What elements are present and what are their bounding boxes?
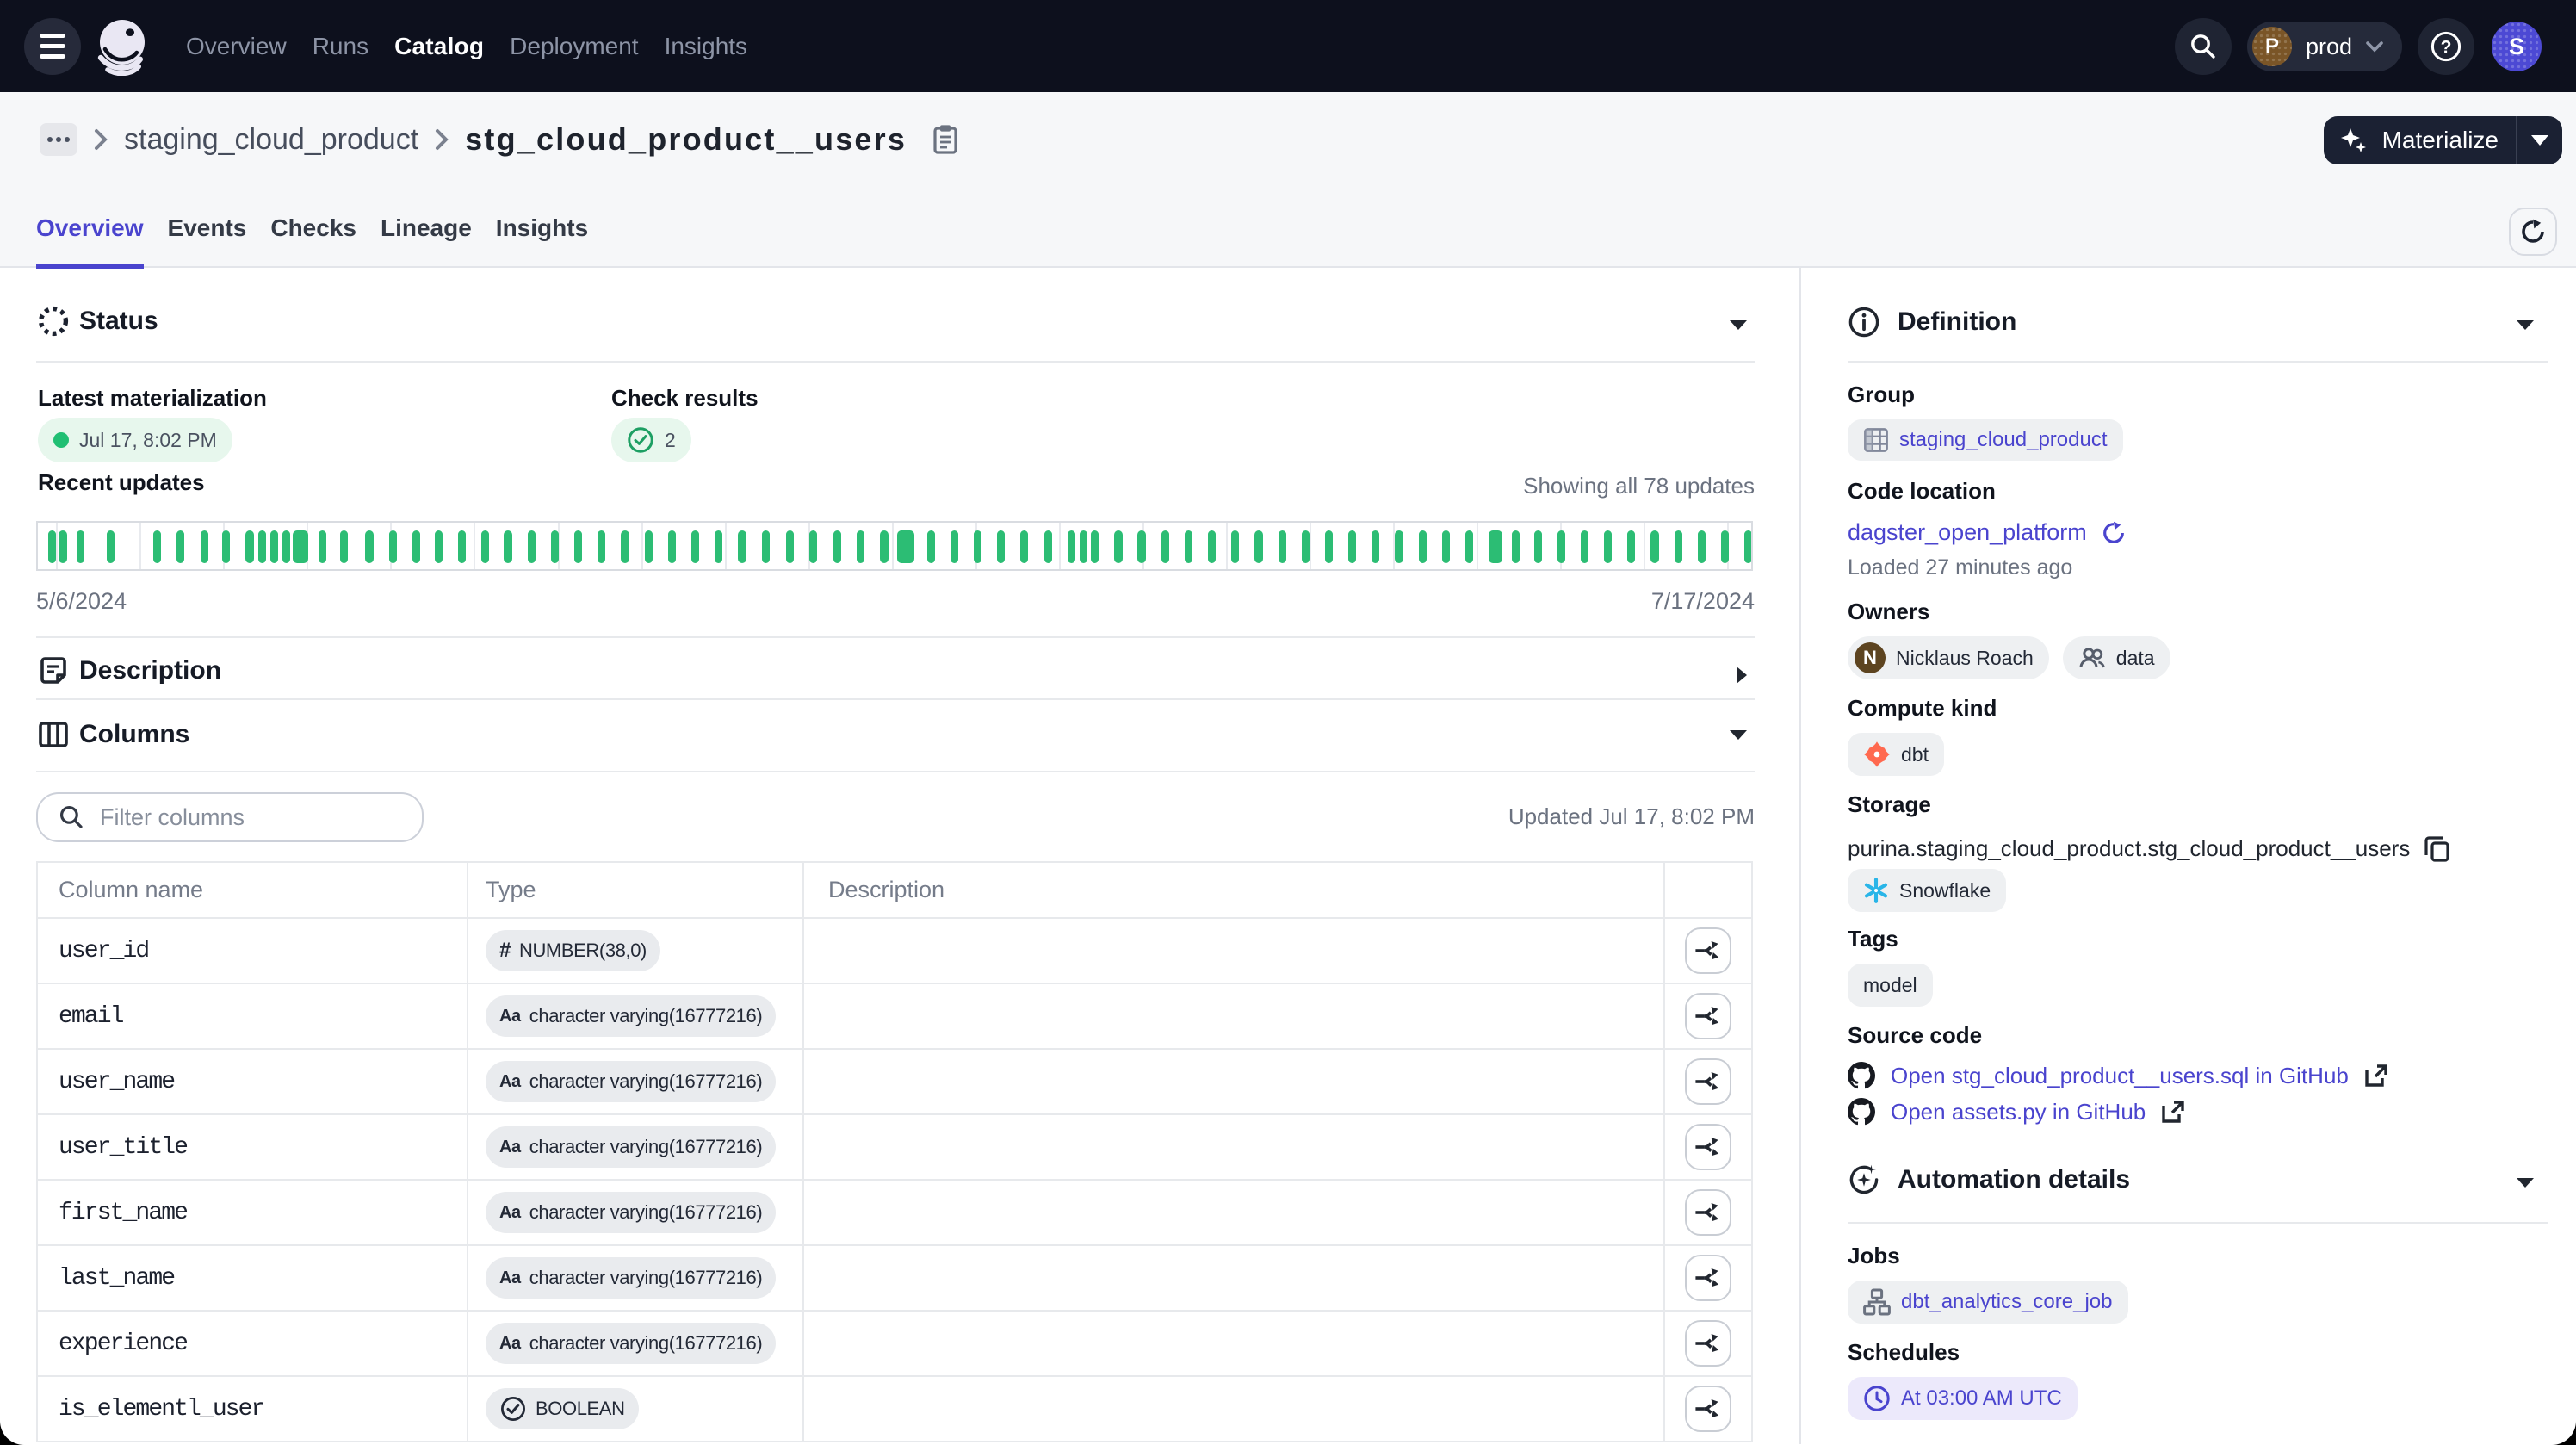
svg-text:?: ?: [2441, 37, 2452, 57]
